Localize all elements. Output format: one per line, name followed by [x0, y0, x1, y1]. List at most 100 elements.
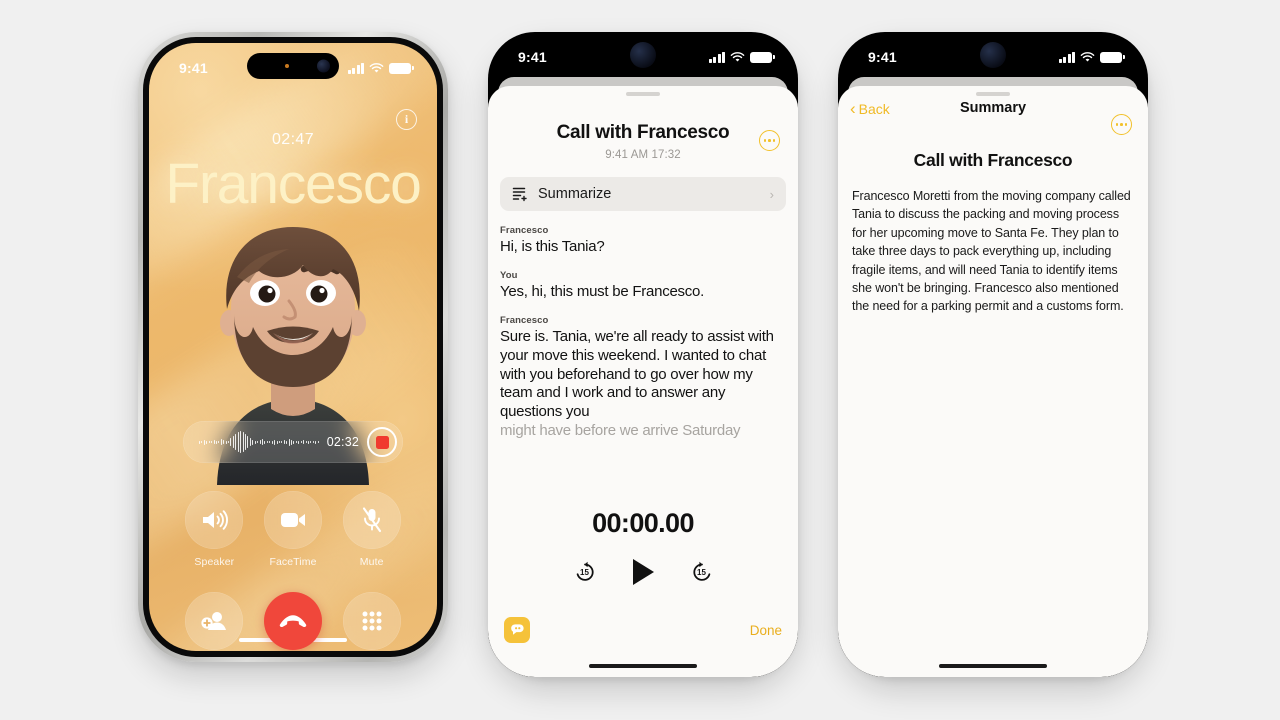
call-controls-grid: Speaker FaceTime Mute — [175, 491, 411, 651]
keypad-button-circle[interactable] — [342, 592, 401, 650]
audio-player: 00:00.00 15 15 — [488, 508, 798, 585]
summarize-list-icon — [512, 187, 527, 202]
front-camera-icon — [630, 42, 656, 68]
summarize-label: Summarize — [538, 186, 612, 202]
transcript-entry: Francesco Hi, is this Tania? — [500, 225, 786, 257]
transcript-bubble-icon[interactable] — [504, 617, 530, 643]
sheet-grabber[interactable] — [976, 92, 1010, 96]
status-time: 9:41 — [179, 60, 208, 76]
add-call-button-circle[interactable] — [185, 592, 244, 650]
skip-forward-label: 15 — [697, 567, 706, 577]
done-button[interactable]: Done — [750, 623, 782, 638]
add-person-icon — [201, 612, 227, 630]
cellular-signal-icon — [1058, 51, 1075, 63]
battery-icon — [750, 51, 775, 63]
video-camera-icon — [280, 513, 305, 527]
transcript-entry: Francesco Sure is. Tania, we're all read… — [500, 315, 786, 441]
speaker-button[interactable]: Speaker — [175, 491, 254, 568]
sheet-bottom-bar: Done — [504, 617, 782, 643]
mute-button-circle[interactable] — [342, 491, 401, 549]
facetime-button-label: FaceTime — [269, 556, 317, 568]
status-time: 9:41 — [868, 49, 897, 65]
speaker-button-circle[interactable] — [185, 491, 244, 549]
wifi-icon — [1080, 51, 1095, 62]
chevron-left-icon: ‹ — [850, 99, 856, 118]
call-timestamp: 9:41 AM 17:32 — [605, 149, 681, 161]
battery-icon — [389, 62, 414, 74]
transcript-speaker: Francesco — [500, 225, 549, 236]
speech-bubble-icon — [510, 624, 524, 635]
caller-name: Francesco — [165, 152, 422, 216]
transcript-entry: You Yes, hi, this must be Francesco. — [500, 270, 786, 302]
phone-bezel: 9:41 Call with Francesco 9:41 AM 17:32 S… — [488, 32, 798, 677]
status-time: 9:41 — [518, 49, 547, 65]
keypad-button[interactable]: Keypad — [332, 592, 411, 651]
summary-sheet: ‹ Back Summary Call with Francesco Franc… — [838, 86, 1148, 677]
play-icon[interactable] — [632, 559, 654, 585]
phone-1-active-call: 9:41 i 02:47 Francesco 02:32 Speaker Fac… — [138, 32, 448, 662]
dynamic-island — [247, 53, 339, 79]
status-indicators — [347, 62, 414, 74]
playback-controls: 15 15 — [488, 559, 798, 585]
phone-1-screen: 9:41 i 02:47 Francesco 02:32 Speaker Fac… — [149, 43, 437, 651]
transcript-sheet: Call with Francesco 9:41 AM 17:32 Summar… — [488, 86, 798, 677]
phone-2-transcript: 9:41 Call with Francesco 9:41 AM 17:32 S… — [488, 32, 798, 677]
recording-timer: 02:32 — [326, 435, 359, 449]
info-circle-icon[interactable]: i — [396, 109, 417, 130]
call-duration: 02:47 — [271, 131, 315, 148]
skip-back-label: 15 — [580, 567, 589, 577]
facetime-button-circle[interactable] — [263, 491, 322, 549]
transcript-text: Yes, hi, this must be Francesco. — [500, 282, 705, 300]
status-indicators — [708, 51, 775, 63]
transcript-text: Sure is. Tania, we're all ready to assis… — [500, 327, 774, 421]
sheet-grabber[interactable] — [626, 92, 660, 96]
transcript-text-faded: might have before we arrive Saturday — [500, 422, 741, 440]
summarize-row[interactable]: Summarize › — [500, 177, 786, 211]
playback-time: 00:00.00 — [592, 508, 694, 538]
skip-back-15-icon[interactable]: 15 — [573, 560, 597, 584]
indicator-dot — [285, 64, 289, 68]
phone-bezel: 9:41 ‹ Back Summary Call with Francesco … — [838, 32, 1148, 677]
page-title: Call with Francesco — [556, 122, 730, 143]
battery-icon — [1100, 51, 1125, 63]
home-indicator[interactable] — [589, 664, 697, 668]
speaker-button-label: Speaker — [194, 556, 235, 568]
more-options-icon[interactable] — [1111, 114, 1132, 135]
recording-pill[interactable]: 02:32 — [183, 421, 403, 463]
skip-forward-15-icon[interactable]: 15 — [690, 560, 714, 584]
front-camera-icon — [317, 59, 330, 73]
more-options-icon[interactable] — [759, 130, 780, 151]
transcript-speaker: Francesco — [500, 314, 549, 326]
keypad-icon — [362, 611, 382, 631]
front-camera-icon — [980, 42, 1006, 68]
phone-bezel: 9:41 i 02:47 Francesco 02:32 Speaker Fac… — [143, 37, 443, 657]
facetime-button[interactable]: FaceTime — [254, 491, 333, 568]
summary-heading: Call with Francesco — [913, 150, 1073, 170]
transcript-list: Francesco Hi, is this Tania? You Yes, hi… — [500, 225, 786, 441]
wifi-icon — [369, 62, 384, 73]
end-call-button[interactable]: End — [254, 592, 333, 651]
status-indicators — [1058, 51, 1125, 63]
transcript-speaker: You — [500, 269, 518, 281]
cellular-signal-icon — [708, 51, 725, 63]
microphone-muted-icon — [362, 507, 381, 533]
phone-3-summary: 9:41 ‹ Back Summary Call with Francesco … — [838, 32, 1148, 677]
navigation-bar: ‹ Back Summary — [838, 98, 1148, 135]
back-button-label: Back — [858, 100, 890, 117]
back-button[interactable]: ‹ Back — [850, 100, 890, 117]
home-indicator[interactable] — [939, 664, 1047, 668]
end-call-button-circle[interactable] — [263, 592, 322, 650]
summary-body: Francesco Moretti from the moving compan… — [852, 189, 1131, 314]
mute-button[interactable]: Mute — [332, 491, 411, 568]
phone-3-screen: 9:41 ‹ Back Summary Call with Francesco … — [838, 32, 1148, 677]
add-call-button[interactable]: Add — [175, 592, 254, 651]
audio-waveform-icon — [199, 430, 319, 454]
transcript-text: Hi, is this Tania? — [500, 238, 605, 255]
cellular-signal-icon — [347, 62, 364, 74]
wifi-icon — [730, 51, 745, 62]
speaker-icon — [203, 510, 229, 530]
phone-2-screen: 9:41 Call with Francesco 9:41 AM 17:32 S… — [488, 32, 798, 677]
stop-recording-icon[interactable] — [367, 427, 397, 457]
mute-button-label: Mute — [359, 556, 384, 568]
chevron-right-icon: › — [769, 186, 774, 202]
